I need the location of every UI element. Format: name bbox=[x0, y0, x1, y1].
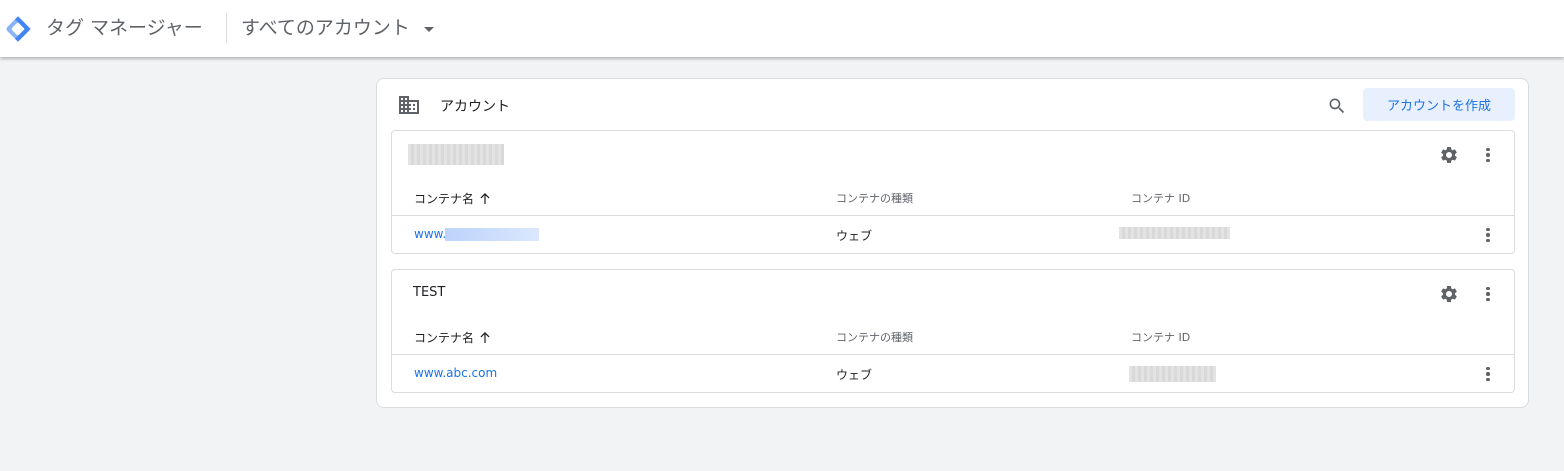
column-container-id: コンテナ ID bbox=[1131, 331, 1191, 344]
sort-arrow-up-icon bbox=[480, 332, 490, 343]
container-type: ウェブ bbox=[836, 368, 873, 382]
gear-icon[interactable] bbox=[1439, 284, 1459, 304]
table-row[interactable]: www.abc.com ウェブ bbox=[392, 356, 1514, 392]
container-id-redacted bbox=[1129, 366, 1216, 382]
table-header: コンテナ名 コンテナの種類 コンテナ ID bbox=[392, 320, 1514, 355]
top-app-bar: タグ マネージャー すべてのアカウント bbox=[0, 0, 1564, 57]
container-id-redacted bbox=[1119, 227, 1230, 239]
column-container-name[interactable]: コンテナ名 bbox=[414, 329, 490, 346]
column-container-type: コンテナの種類 bbox=[836, 331, 913, 344]
accounts-panel-title: アカウント bbox=[440, 99, 510, 115]
table-header: コンテナ名 コンテナの種類 コンテナ ID bbox=[392, 181, 1514, 216]
column-container-id: コンテナ ID bbox=[1131, 192, 1191, 205]
search-icon[interactable] bbox=[1327, 96, 1347, 116]
sort-arrow-up-icon bbox=[480, 193, 490, 204]
container-more-menu-icon[interactable] bbox=[1480, 364, 1496, 384]
container-type: ウェブ bbox=[836, 229, 873, 243]
column-container-name[interactable]: コンテナ名 bbox=[414, 190, 490, 207]
account-switcher-label: すべてのアカウント bbox=[241, 17, 410, 39]
caret-down-icon bbox=[423, 26, 434, 32]
container-name-link[interactable]: www.abc.com bbox=[414, 366, 497, 380]
app-title: タグ マネージャー bbox=[46, 17, 203, 39]
account-card: コンテナ名 コンテナの種類 コンテナ ID www.s ウェブ bbox=[391, 130, 1515, 254]
account-more-menu-icon[interactable] bbox=[1480, 284, 1496, 304]
create-account-button[interactable]: アカウントを作成 bbox=[1363, 88, 1515, 121]
account-card: TEST コンテナ名 コンテナの種類 コンテナ ID www.abc.com ウ… bbox=[391, 269, 1515, 393]
accounts-panel-header: アカウント アカウントを作成 bbox=[377, 79, 1528, 129]
account-name-redacted bbox=[408, 144, 504, 165]
tag-manager-logo-icon[interactable] bbox=[4, 15, 32, 43]
gear-icon[interactable] bbox=[1439, 145, 1459, 165]
building-icon bbox=[399, 96, 419, 114]
container-more-menu-icon[interactable] bbox=[1480, 225, 1496, 245]
column-container-type: コンテナの種類 bbox=[836, 192, 913, 205]
column-container-name-label: コンテナ名 bbox=[414, 331, 475, 345]
account-switcher[interactable]: すべてのアカウント bbox=[241, 14, 434, 42]
column-container-name-label: コンテナ名 bbox=[414, 192, 475, 206]
accounts-panel: アカウント アカウントを作成 コンテナ名 コンテナの種類 コンテナ ID www… bbox=[376, 78, 1529, 408]
account-more-menu-icon[interactable] bbox=[1480, 145, 1496, 165]
header-divider bbox=[226, 13, 227, 43]
account-name[interactable]: TEST bbox=[413, 285, 445, 300]
container-name-redacted bbox=[445, 228, 539, 241]
table-row[interactable]: www.s ウェブ bbox=[392, 217, 1514, 253]
